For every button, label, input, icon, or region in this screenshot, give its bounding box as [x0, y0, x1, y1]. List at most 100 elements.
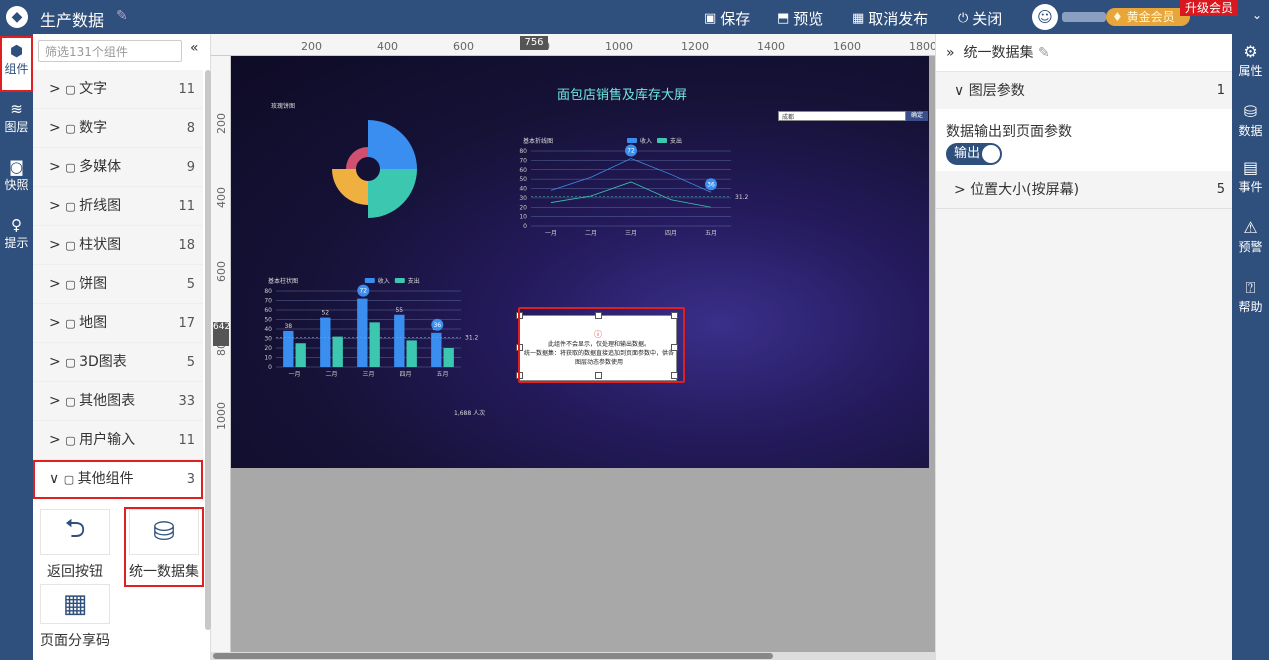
ruler-tick: 600	[215, 261, 228, 282]
upgrade-button[interactable]: 升级会员	[1180, 0, 1238, 16]
chevron-right-icon: >	[49, 354, 66, 370]
category-number[interactable]: > ▢ 数字 8	[33, 109, 203, 148]
y-tick-label: 20	[519, 204, 527, 211]
bar	[431, 332, 442, 367]
category-pie-chart[interactable]: > ▢ 饼图 5	[33, 265, 203, 304]
category-input[interactable]: > ▢ 用户输入 11	[33, 421, 203, 460]
rose-segment	[332, 169, 368, 205]
diamond-icon: ♦	[1112, 10, 1127, 24]
layers-icon: ≋	[10, 100, 23, 118]
pie-chart-icon: ▢	[65, 278, 80, 291]
y-tick-label: 40	[519, 186, 527, 193]
design-canvas[interactable]: 面包店销售及库存大屏 玫瑰饼图 基本折线图 0 10 20 30 40 50 60 70 80 一月…	[231, 56, 929, 468]
series-line	[550, 158, 712, 193]
chevron-right-icon: >	[49, 432, 66, 448]
ruler-tick: 200	[301, 40, 322, 53]
section-layer-params[interactable]: ∨ 图层参数 1	[936, 72, 1233, 110]
component-filter-input[interactable]: 筛选131个组件	[38, 40, 182, 62]
chevron-right-icon: >	[49, 159, 66, 175]
tile-back-button[interactable]: ⮌ 返回按钮	[40, 509, 110, 581]
rail-snapshot[interactable]: ◙ 快照	[0, 158, 33, 193]
layer-params-body: 数据输出到页面参数 输出	[936, 109, 1233, 171]
ruler-tick: 1400	[757, 40, 785, 53]
x-tick-label: 五月	[705, 230, 717, 237]
category-media[interactable]: > ▢ 多媒体 9	[33, 148, 203, 187]
marker-label: 36	[433, 322, 441, 329]
rail-help[interactable]: ⍰ 帮助	[1232, 278, 1269, 315]
category-other-chart[interactable]: > ▢ 其他图表 33	[33, 382, 203, 421]
y-tick-label: 60	[264, 307, 272, 314]
app-logo-icon: ◆	[6, 6, 28, 28]
tile-page-qrcode[interactable]: ▦ 页面分享码	[40, 584, 110, 650]
preview-icon: ⬒	[777, 11, 790, 26]
rail-tips[interactable]: ♀ 提示	[0, 216, 33, 251]
city-search-input[interactable]: 成都	[778, 111, 906, 121]
ruler-tick: 200	[215, 113, 228, 134]
ruler-marker-top: 756	[520, 36, 548, 50]
rose-segment	[346, 147, 368, 169]
chevron-down-icon: ∨	[49, 471, 64, 487]
rail-components[interactable]: ⬢ 组件	[0, 36, 33, 92]
data-icon: ⛁	[1243, 102, 1258, 121]
x-tick-label: 四月	[665, 230, 677, 237]
unpublish-button[interactable]: ▦ 取消发布	[852, 8, 928, 29]
y-tick-label: 50	[264, 317, 272, 324]
category-other-component[interactable]: ∨ ▢ 其他组件 3	[33, 460, 203, 499]
legend-label: 支出	[408, 277, 420, 285]
category-3d-chart[interactable]: > ▢ 3D图表 5	[33, 343, 203, 382]
y-tick-label: 70	[264, 298, 272, 305]
category-text[interactable]: > ▢ 文字 11	[33, 70, 203, 109]
edit-title-icon[interactable]: ✎	[116, 8, 128, 24]
close-button[interactable]: ⏻ 关闭	[958, 8, 1002, 29]
chevron-down-icon[interactable]: ⌄	[1252, 8, 1262, 22]
canvas-scrollbar-h[interactable]	[211, 652, 935, 660]
preview-button[interactable]: ⬒ 预览	[777, 8, 823, 29]
lightbulb-icon: ♀	[11, 216, 22, 234]
alarm-icon: ⚠	[1243, 218, 1258, 237]
bar	[295, 343, 306, 367]
ruler-marker-left: 642	[213, 322, 230, 346]
other-component-icon: ▢	[63, 473, 78, 486]
ruler-tick: 1000	[215, 402, 228, 430]
edit-name-icon[interactable]: ✎	[1038, 45, 1050, 61]
ruler-top: 20040060080010001200140016001800	[211, 34, 937, 56]
x-tick-label: 二月	[325, 371, 337, 378]
expand-icon[interactable]: »	[946, 45, 955, 61]
legend-swatch	[394, 278, 405, 283]
legend-swatch	[627, 138, 637, 143]
search-confirm-button[interactable]: 确定	[906, 111, 928, 121]
section-position-size[interactable]: > 位置大小(按屏幕) 5	[936, 171, 1233, 209]
avatar[interactable]: ☺	[1032, 4, 1058, 30]
bar-value-label: 52	[321, 310, 329, 317]
save-button[interactable]: ▣ 保存	[704, 8, 750, 29]
3d-chart-icon: ▢	[65, 356, 80, 369]
rail-property[interactable]: ⚙ 属性	[1232, 42, 1269, 79]
ruler-tick: 1600	[833, 40, 861, 53]
ruler-left: 2004006008001000	[211, 56, 231, 660]
bar	[283, 330, 294, 367]
ruler-tick: 400	[215, 187, 228, 208]
x-tick-label: 一月	[545, 230, 557, 237]
collapse-panel-icon[interactable]: «	[190, 40, 199, 56]
category-map[interactable]: > ▢ 地图 17	[33, 304, 203, 343]
bar-chart-icon: ▢	[65, 239, 80, 252]
panel-header: » 统一数据集 ✎	[936, 34, 1233, 72]
bar	[369, 322, 380, 367]
left-rail: ⬢ 组件 ≋ 图层 ◙ 快照 ♀ 提示	[0, 34, 33, 660]
back-arrow-icon: ⮌	[40, 509, 110, 555]
category-line-chart[interactable]: > ▢ 折线图 11	[33, 187, 203, 226]
tile-unified-dataset[interactable]: ⛁ 统一数据集	[124, 507, 204, 587]
top-bar: ◆ 生产数据 ✎ ▣ 保存 ⬒ 预览 ▦ 取消发布 ⏻ 关闭 ☺ ♦ 黄金会员 升级会员…	[0, 0, 1269, 34]
line-chart-icon: ▢	[65, 200, 80, 213]
y-tick-label: 60	[519, 167, 527, 174]
rail-layers[interactable]: ≋ 图层	[0, 100, 33, 135]
rail-event[interactable]: ▤ 事件	[1232, 158, 1269, 195]
chevron-right-icon: >	[49, 198, 66, 214]
vip-badge[interactable]: ♦ 黄金会员	[1106, 8, 1190, 26]
category-bar-chart[interactable]: > ▢ 柱状图 18	[33, 226, 203, 265]
rail-alarm[interactable]: ⚠ 预警	[1232, 218, 1269, 255]
ruler-tick: 400	[377, 40, 398, 53]
bar	[443, 348, 454, 367]
rail-data[interactable]: ⛁ 数据	[1232, 102, 1269, 139]
output-toggle[interactable]: 输出	[946, 143, 1002, 165]
